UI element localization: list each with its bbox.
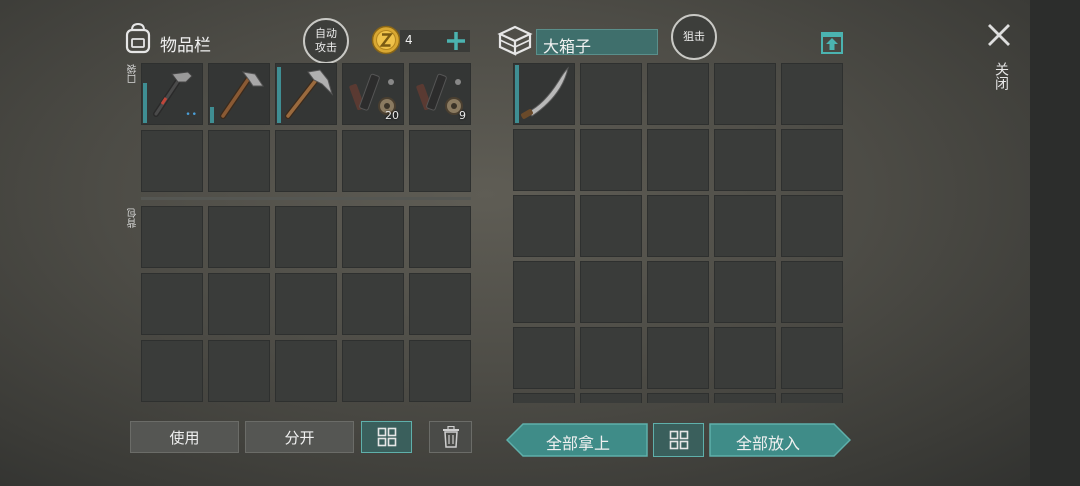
container-name-field[interactable]: 大箱子 — [536, 29, 658, 56]
container-slot[interactable] — [714, 63, 776, 125]
inventory-slot[interactable] — [342, 340, 404, 402]
inventory-slot[interactable] — [208, 63, 270, 125]
inventory-slot[interactable]: •• — [141, 63, 203, 125]
snipe-label: 狙击 — [683, 30, 705, 43]
inventory-slot[interactable] — [275, 273, 337, 335]
close-label: 关闭 — [993, 62, 1009, 90]
container-grid-clip[interactable] — [513, 393, 843, 403]
inventory-slot[interactable] — [409, 273, 471, 335]
inventory-slot[interactable] — [342, 206, 404, 268]
container-slot[interactable] — [714, 129, 776, 191]
container-slot[interactable] — [513, 129, 575, 191]
item-dots: •• — [185, 110, 198, 120]
inventory-slot[interactable] — [208, 273, 270, 335]
add-coins-icon[interactable] — [444, 29, 468, 53]
inventory-slot[interactable]: 9 — [409, 63, 471, 125]
inventory-slot[interactable] — [141, 206, 203, 268]
pocket-label: 口袋 — [128, 64, 139, 84]
container-slot[interactable] — [781, 63, 843, 125]
inventory-slot[interactable] — [342, 273, 404, 335]
sort-inventory-button[interactable] — [361, 421, 412, 453]
hatchet-icon — [220, 71, 264, 119]
container-slot[interactable] — [513, 261, 575, 323]
section-divider — [141, 197, 471, 200]
put-all-button[interactable]: 全部放入 — [709, 423, 851, 457]
inventory-slot[interactable] — [342, 130, 404, 192]
split-label: 分开 — [284, 428, 315, 447]
container-slot[interactable] — [513, 393, 575, 403]
item-count: 9 — [459, 109, 466, 122]
inventory-slot[interactable] — [208, 130, 270, 192]
close-icon — [988, 24, 1010, 46]
grid-sort-icon — [669, 430, 688, 450]
delete-button[interactable] — [429, 421, 472, 453]
close-button[interactable]: 关闭 — [984, 22, 1014, 102]
grid-sort-icon — [377, 427, 396, 447]
inventory-slot[interactable] — [275, 130, 337, 192]
inventory-title: 物品栏 — [160, 36, 211, 56]
inventory-slot[interactable] — [208, 340, 270, 402]
snipe-button[interactable]: 狙击 — [671, 14, 717, 60]
container-slot[interactable] — [647, 63, 709, 125]
coin-count: 4 — [405, 33, 413, 47]
inventory-slot[interactable]: 20 — [342, 63, 404, 125]
container-slot[interactable] — [647, 195, 709, 257]
upload-icon[interactable] — [818, 29, 846, 57]
right-shade — [1030, 0, 1080, 486]
container-slot[interactable] — [647, 393, 709, 403]
backpack-icon — [123, 22, 153, 54]
split-button[interactable]: 分开 — [245, 421, 354, 453]
coin-icon — [371, 25, 401, 55]
sort-container-button[interactable] — [653, 423, 704, 457]
container-slot[interactable] — [580, 195, 642, 257]
container-slot[interactable] — [513, 195, 575, 257]
container-slot[interactable] — [781, 195, 843, 257]
use-label: 使用 — [169, 428, 200, 447]
container-slot[interactable] — [513, 63, 575, 125]
backpack-label: 背包 — [128, 208, 139, 228]
container-slot[interactable] — [714, 393, 776, 403]
item-count: 20 — [385, 109, 399, 122]
pickaxe-icon — [285, 69, 334, 119]
crate-icon — [497, 24, 533, 56]
use-button[interactable]: 使用 — [130, 421, 239, 453]
auto-attack-label: 自动攻击 — [315, 27, 337, 54]
container-slot[interactable] — [647, 327, 709, 389]
container-slot[interactable] — [714, 195, 776, 257]
container-slot[interactable] — [580, 129, 642, 191]
container-slot[interactable] — [714, 261, 776, 323]
trash-icon — [442, 426, 459, 448]
inventory-slot[interactable] — [409, 340, 471, 402]
container-slot[interactable] — [513, 327, 575, 389]
machete-icon — [521, 66, 569, 119]
inventory-slot[interactable] — [141, 273, 203, 335]
inventory-slot[interactable] — [141, 340, 203, 402]
container-name: 大箱子 — [543, 37, 592, 56]
container-slot[interactable] — [781, 129, 843, 191]
container-slot[interactable] — [647, 261, 709, 323]
inventory-slot[interactable] — [275, 63, 337, 125]
inventory-slot[interactable] — [141, 130, 203, 192]
container-slot[interactable] — [781, 327, 843, 389]
container-slot[interactable] — [781, 261, 843, 323]
inventory-slot[interactable] — [409, 206, 471, 268]
container-slot[interactable] — [580, 327, 642, 389]
container-slot[interactable] — [580, 393, 642, 403]
take-all-label: 全部拿上 — [546, 434, 611, 453]
auto-attack-button[interactable]: 自动攻击 — [303, 18, 349, 64]
put-all-label: 全部放入 — [736, 434, 801, 453]
container-slot[interactable] — [580, 261, 642, 323]
inventory-slot[interactable] — [275, 340, 337, 402]
inventory-slot[interactable] — [409, 130, 471, 192]
inventory-slot[interactable] — [208, 206, 270, 268]
container-slot[interactable] — [647, 129, 709, 191]
inventory-slot[interactable] — [275, 206, 337, 268]
container-slot[interactable] — [714, 327, 776, 389]
container-slot[interactable] — [781, 393, 843, 403]
take-all-button[interactable]: 全部拿上 — [506, 423, 648, 457]
container-slot[interactable] — [580, 63, 642, 125]
